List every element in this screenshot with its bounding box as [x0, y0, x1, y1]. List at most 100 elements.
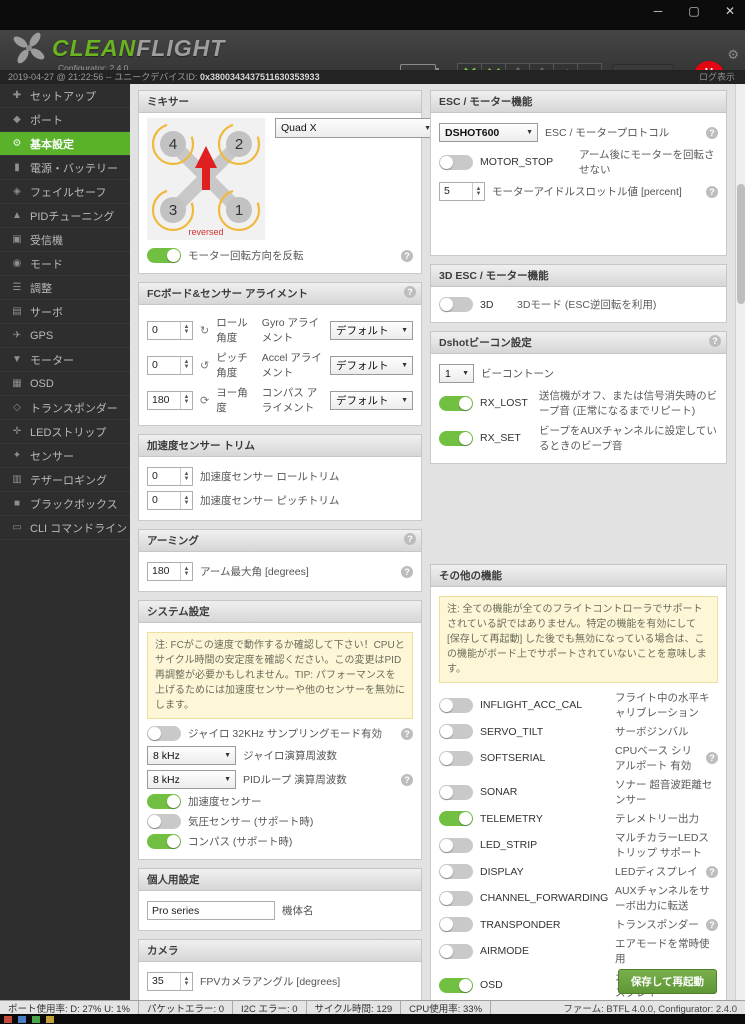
toggle-DISPLAY[interactable] [439, 864, 473, 879]
help-icon[interactable]: ? [706, 126, 718, 139]
camera-header: カメラ [138, 939, 422, 962]
help-icon[interactable]: ? [401, 773, 413, 786]
angle-stepper[interactable]: 0 ▲ ▼ [147, 320, 193, 340]
gyro-32khz-label: ジャイロ 32KHz サンプリングモード有効 [188, 728, 383, 740]
esc-protocol-select[interactable]: DSHOT600 ▼ [439, 123, 538, 142]
footer-stat: I2C エラー: 0 [233, 1001, 307, 1015]
taskbar-icon[interactable] [32, 1015, 40, 1023]
taskbar-icon[interactable] [18, 1015, 26, 1023]
help-icon[interactable]: ? [706, 752, 718, 764]
section-camera: カメラ 35 ▲ ▼ FPVカメラアングル [degrees] [138, 939, 422, 1000]
3d-mode-toggle[interactable] [439, 297, 473, 312]
toggle-TELEMETRY[interactable] [439, 811, 473, 826]
section-arming: アーミング? 180 ▲ ▼ アーム最大角 [degrees] ? [138, 529, 422, 592]
help-icon[interactable]: ? [706, 918, 718, 931]
sidebar-item-15[interactable]: ✦ センサー [0, 444, 130, 468]
vertical-scrollbar[interactable] [735, 84, 745, 1000]
motor-number: 4 [169, 136, 177, 153]
sidebar-item-11[interactable]: ▼ モーター [0, 348, 130, 372]
align-select[interactable]: デフォルト ▼ [330, 390, 413, 410]
toggle-SOFTSERIAL[interactable] [439, 750, 473, 766]
help-icon[interactable]: ? [706, 865, 718, 878]
sidebar-item-3[interactable]: ▮ 電源・バッテリー [0, 156, 130, 180]
sidebar-item-icon: ◉ [12, 258, 22, 269]
window-close-button[interactable]: ✕ [719, 4, 741, 18]
motor-direction-reverse-toggle[interactable] [147, 248, 181, 263]
help-icon[interactable]: ? [401, 565, 413, 578]
system-sensor-toggle[interactable] [147, 834, 181, 849]
align-select[interactable]: デフォルト ▼ [330, 320, 413, 340]
pid-frequency-select[interactable]: 8 kHz ▼ [147, 770, 236, 789]
trim-stepper[interactable]: 0 ▲ ▼ [147, 491, 193, 510]
gyro-frequency-select[interactable]: 8 kHz ▼ [147, 746, 236, 765]
toggle-RX_LOST[interactable] [439, 395, 473, 411]
sidebar-item-8[interactable]: ☰ 調整 [0, 276, 130, 300]
sidebar-item-17[interactable]: ■ ブラックボックス [0, 492, 130, 516]
section-accel-trim: 加速度センサー トリム 0 ▲ ▼ 加速度センサー ロールトリム 0 ▲ ▼ 加速度センサー … [138, 434, 422, 521]
toggle-CHANNEL_FORWARDING[interactable] [439, 890, 473, 906]
section-personal: 個人用設定 機体名 [138, 868, 422, 931]
feature-desc: エアモードを常時使用 [615, 938, 710, 965]
craft-name-input[interactable] [147, 901, 275, 920]
help-icon[interactable]: ? [401, 727, 413, 740]
toggle-TRANSPONDER[interactable] [439, 917, 473, 932]
toggle-OSD[interactable] [439, 977, 473, 993]
toggle-RX_SET[interactable] [439, 430, 473, 446]
window-maximize-button[interactable]: ▢ [683, 4, 705, 18]
feature-name: SERVO_TILT [480, 725, 544, 738]
help-icon[interactable]: ? [401, 249, 413, 262]
toggle-SERVO_TILT[interactable] [439, 724, 473, 739]
help-icon[interactable]: ? [706, 185, 718, 198]
fpv-camera-angle-stepper[interactable]: 35 ▲ ▼ [147, 972, 193, 991]
sidebar-item-12[interactable]: ▦ OSD [0, 372, 130, 396]
help-icon[interactable]: ? [404, 533, 416, 545]
sidebar-item-5[interactable]: ▲ PIDチューニング [0, 204, 130, 228]
sidebar-item-label: GPS [30, 329, 54, 342]
axis-label: ロール角度 [216, 317, 248, 344]
arm-angle-stepper[interactable]: 180 ▲ ▼ [147, 562, 193, 581]
system-sensor-toggle[interactable] [147, 794, 181, 809]
sidebar-item-10[interactable]: ✈ GPS [0, 324, 130, 348]
help-icon[interactable]: ? [404, 286, 416, 298]
angle-stepper[interactable]: 180 ▲ ▼ [147, 390, 193, 410]
sidebar-item-6[interactable]: ▣ 受信機 [0, 228, 130, 252]
sidebar-item-0[interactable]: ✚ セットアップ [0, 84, 130, 108]
show-log-button[interactable]: ログ表示 [699, 70, 735, 84]
system-sensor-label: 加速度センサー [188, 796, 262, 808]
taskbar-icon[interactable] [4, 1015, 12, 1023]
gyro-32khz-toggle[interactable] [147, 726, 181, 741]
settings-gear-icon[interactable]: ⚙ [727, 47, 739, 63]
taskbar-icon[interactable] [46, 1015, 54, 1023]
sidebar-item-label: LEDストリップ [30, 426, 107, 439]
motor-idle-stepper[interactable]: 5 ▲ ▼ [439, 182, 485, 201]
toggle-SONAR[interactable] [439, 784, 473, 800]
sidebar-item-16[interactable]: ▥ テザーロギング [0, 468, 130, 492]
sidebar-item-14[interactable]: ✛ LEDストリップ [0, 420, 130, 444]
window-minimize-button[interactable]: ─ [647, 4, 669, 18]
sidebar-item-13[interactable]: ◇ トランスポンダー [0, 396, 130, 420]
help-icon[interactable]: ? [709, 335, 721, 347]
sidebar-item-9[interactable]: ▤ サーボ [0, 300, 130, 324]
motor-stop-toggle[interactable] [439, 154, 473, 170]
sidebar-item-18[interactable]: ▭ CLI コマンドライン [0, 516, 130, 540]
sidebar-item-7[interactable]: ◉ モード [0, 252, 130, 276]
sidebar-item-1[interactable]: ◆ ポート [0, 108, 130, 132]
scrollbar-thumb[interactable] [737, 184, 745, 304]
fpv-camera-angle-label: FPVカメラアングル [degrees] [200, 976, 341, 988]
features-header: その他の機能 [430, 564, 727, 587]
align-select[interactable]: デフォルト ▼ [330, 355, 413, 375]
trim-stepper[interactable]: 0 ▲ ▼ [147, 467, 193, 486]
toggle-AIRMODE[interactable] [439, 943, 473, 959]
beacon-name: RX_SET [480, 432, 521, 444]
toggle-LED_STRIP[interactable] [439, 837, 473, 853]
toggle-INFLIGHT_ACC_CAL[interactable] [439, 697, 473, 713]
mixer-type-select[interactable]: Quad X ▼ [275, 118, 436, 138]
sidebar-item-2[interactable]: ⚙ 基本設定 [0, 132, 130, 156]
feature-name: INFLIGHT_ACC_CAL [480, 699, 583, 711]
angle-stepper[interactable]: 0 ▲ ▼ [147, 355, 193, 375]
system-sensor-label: コンパス (サポート時) [188, 836, 293, 848]
sidebar-item-4[interactable]: ◈ フェイルセーフ [0, 180, 130, 204]
system-sensor-toggle[interactable] [147, 814, 181, 829]
beacon-tone-select[interactable]: 1 ▼ [439, 364, 474, 383]
save-reboot-button[interactable]: 保存して再起動 [617, 969, 717, 994]
